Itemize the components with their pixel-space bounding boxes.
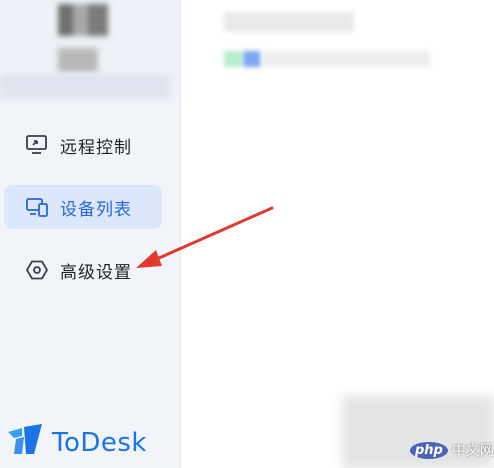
watermark: php 中文网 (410, 440, 494, 460)
watermark-badge: php (410, 441, 448, 459)
watermark-text: 中文网 (451, 443, 494, 459)
